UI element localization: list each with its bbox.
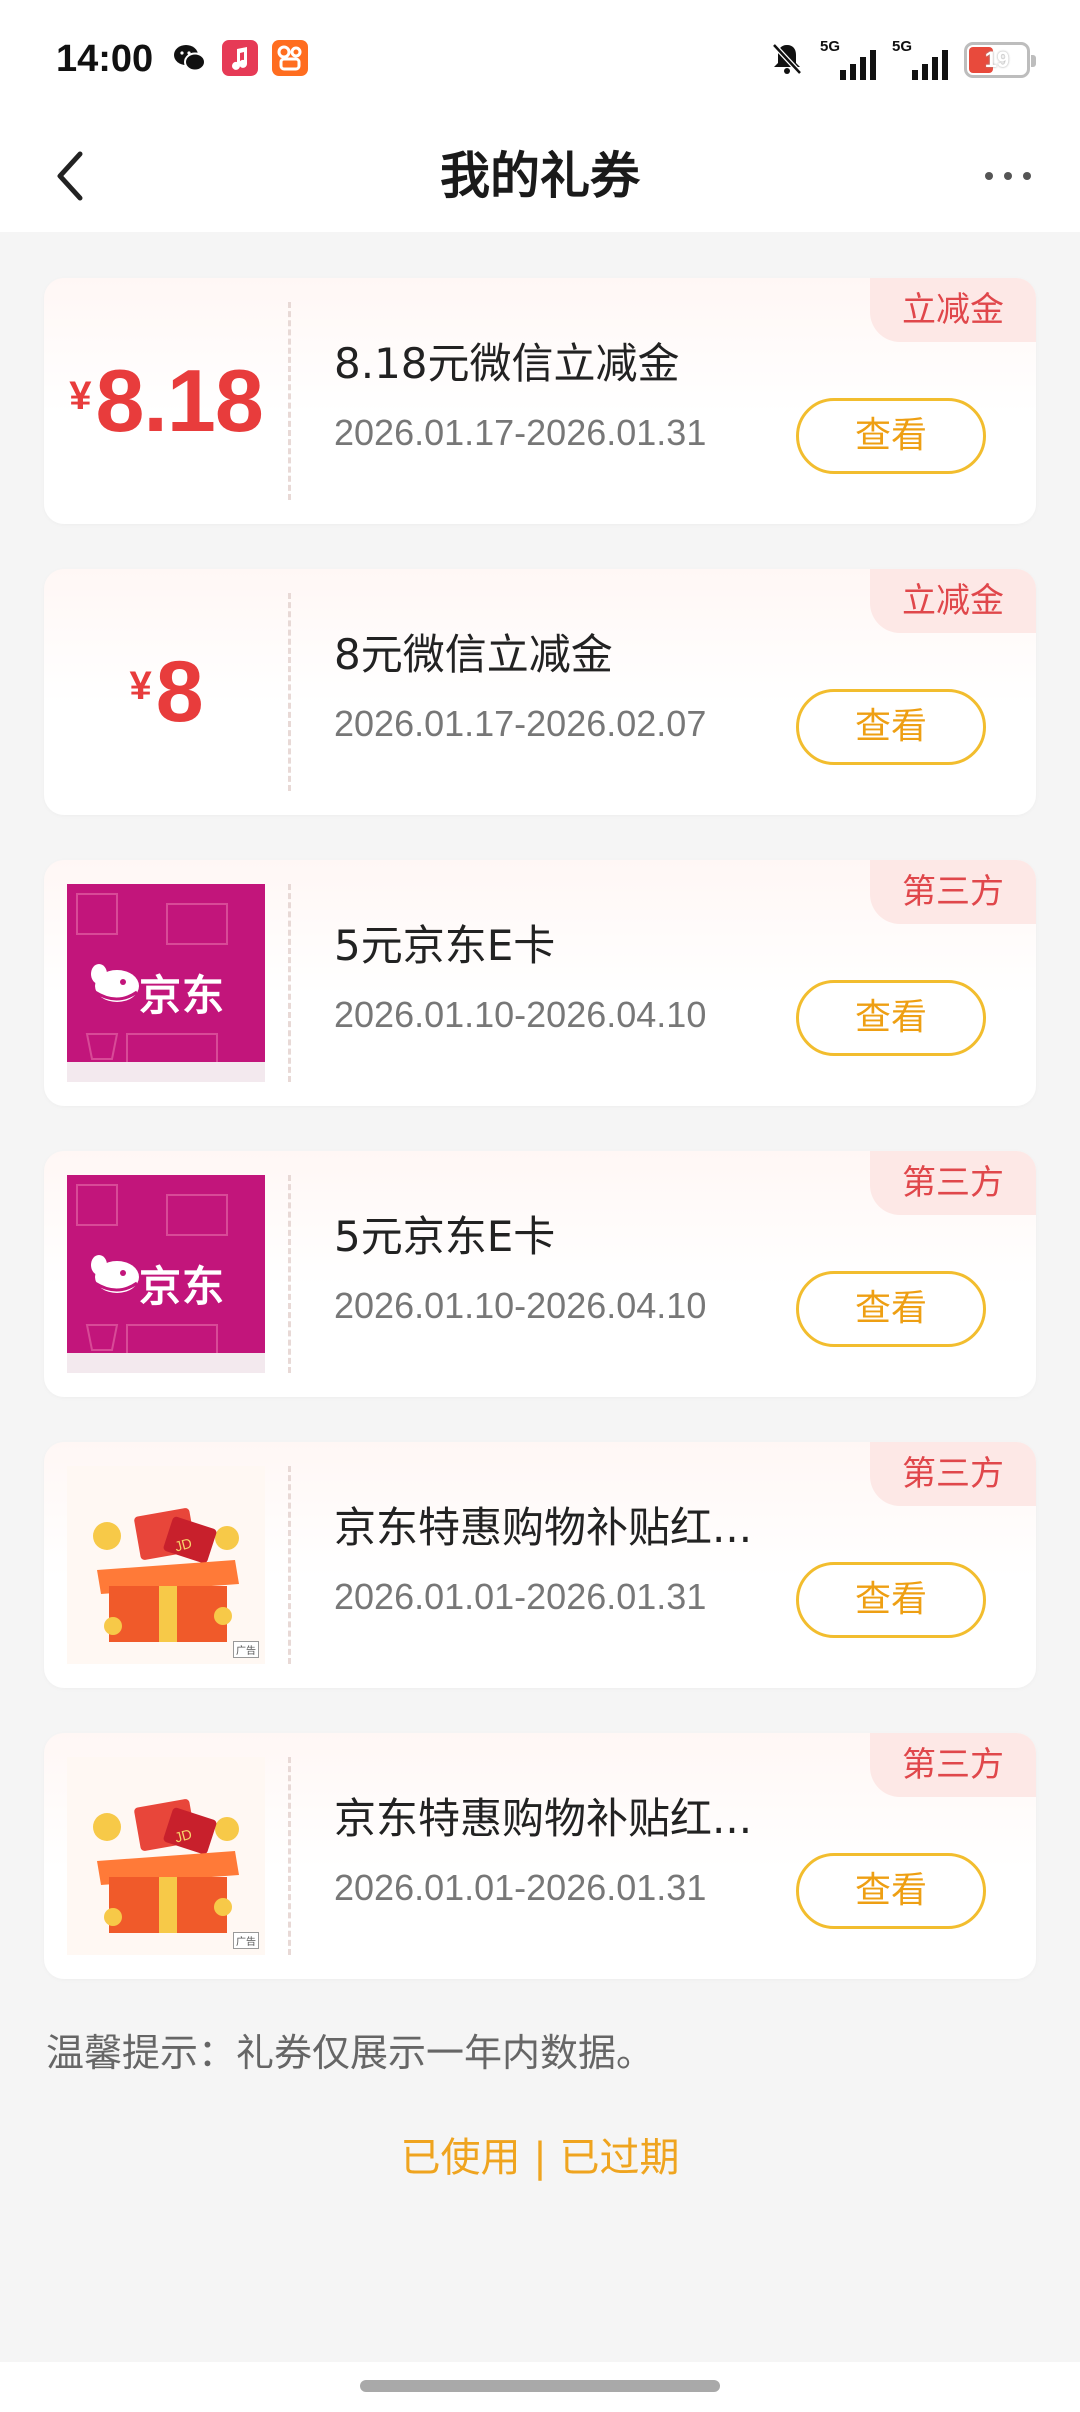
expired-link[interactable]: 已过期 [559, 2135, 679, 2181]
gift-box-image: JD 广告 [67, 1757, 265, 1955]
coupon-amount: ¥8 [129, 643, 203, 740]
coupon-amount: ¥8.18 [69, 351, 264, 450]
coupon-card[interactable]: 立减金 ¥8.18 8.18元微信立减金 2026.01.17-2026.01.… [44, 278, 1036, 524]
tip-text: 温馨提示：礼券仅展示一年内数据。 [46, 2031, 655, 2075]
dashed-divider [288, 593, 291, 791]
view-button[interactable]: 查看 [796, 398, 986, 474]
status-indicators: 5G 5G 19 [768, 38, 1036, 82]
coupon-type-tag: 第三方 [870, 1151, 1036, 1215]
coupon-validity-date: 2026.01.10-2026.04.10 [334, 994, 707, 1035]
signal-5g-icon-1: 5G [820, 38, 878, 80]
more-options-icon[interactable] [972, 150, 1044, 202]
coupon-validity-date: 2026.01.10-2026.04.10 [334, 1285, 707, 1326]
coupon-type-tag: 立减金 [870, 278, 1036, 342]
home-indicator[interactable] [360, 2380, 720, 2392]
page-title: 我的礼券 [440, 147, 640, 205]
used-link[interactable]: 已使用 [401, 2135, 521, 2181]
signal-5g-icon-2: 5G [892, 38, 950, 80]
ad-label: 广告 [233, 1932, 259, 1949]
coupon-validity-date: 2026.01.01-2026.01.31 [334, 1867, 707, 1908]
jd-ecard-image: 京东 [67, 884, 265, 1082]
coupon-thumbnail: 京东 [44, 860, 288, 1106]
coupon-type-tag: 第三方 [870, 860, 1036, 924]
coupon-type-tag: 第三方 [870, 1442, 1036, 1506]
view-button[interactable]: 查看 [796, 1562, 986, 1638]
coupon-thumbnail: JD 广告 [44, 1442, 288, 1688]
battery-icon: 19 [964, 42, 1036, 78]
jd-ecard-image: 京东 [67, 1175, 265, 1373]
header: 我的礼券 [0, 120, 1080, 232]
status-bar: 14:00 5G 5G 19 [0, 0, 1080, 120]
view-button[interactable]: 查看 [796, 1853, 986, 1929]
coupon-thumbnail: JD 广告 [44, 1733, 288, 1979]
coupon-name: 5元京东E卡 [334, 921, 556, 970]
bell-off-icon [768, 39, 806, 81]
coupon-type-tag: 立减金 [870, 569, 1036, 633]
music-icon [222, 40, 258, 76]
dashed-divider [288, 1466, 291, 1664]
coupon-validity-date: 2026.01.01-2026.01.31 [334, 1576, 707, 1617]
coupon-card[interactable]: 第三方 JD 广告 京东特惠购物补贴红... 2026.01.01-2026.0… [44, 1733, 1036, 1979]
jd-dog-logo-icon [91, 1255, 139, 1293]
history-links: 已使用 | 已过期 [0, 2125, 1080, 2183]
ad-label: 广告 [233, 1641, 259, 1658]
coupon-name: 京东特惠购物补贴红... [334, 1794, 753, 1843]
view-button[interactable]: 查看 [796, 980, 986, 1056]
dashed-divider [288, 884, 291, 1082]
view-button[interactable]: 查看 [796, 1271, 986, 1347]
jd-brand-text: 京东 [139, 1262, 226, 1311]
coupon-card[interactable]: 第三方 京东 5元京东E卡 2026.01.10-2026.04.10 查看 [44, 1151, 1036, 1397]
coupon-thumbnail: 京东 [44, 1151, 288, 1397]
link-separator: | [520, 2135, 560, 2181]
coupon-validity-date: 2026.01.17-2026.01.31 [334, 412, 707, 453]
gift-box-image: JD 广告 [67, 1466, 265, 1664]
coupon-validity-date: 2026.01.17-2026.02.07 [334, 703, 707, 744]
coupon-name: 5元京东E卡 [334, 1212, 556, 1261]
coupon-card[interactable]: 第三方 京东 5元京东E卡 2026.01.10-2026.04.10 查看 [44, 860, 1036, 1106]
coupon-name: 8.18元微信立减金 [334, 339, 680, 388]
coupon-card[interactable]: 立减金 ¥8 8元微信立减金 2026.01.17-2026.02.07 查看 [44, 569, 1036, 815]
jd-brand-text: 京东 [139, 971, 226, 1020]
coupon-list: 立减金 ¥8.18 8.18元微信立减金 2026.01.17-2026.01.… [44, 278, 1036, 2024]
dashed-divider [288, 302, 291, 500]
dashed-divider [288, 1175, 291, 1373]
dashed-divider [288, 1757, 291, 1955]
battery-level: 19 [984, 47, 1010, 72]
coupon-name: 8元微信立减金 [334, 630, 613, 679]
coupon-card[interactable]: 第三方 JD 广告 京东特惠购物补贴红... 2026.01.01-2026.0… [44, 1442, 1036, 1688]
wechat-icon [172, 40, 208, 76]
view-button[interactable]: 查看 [796, 689, 986, 765]
kuaishou-icon [272, 40, 308, 76]
status-time: 14:00 [56, 38, 154, 80]
jd-dog-logo-icon [91, 964, 139, 1002]
coupon-type-tag: 第三方 [870, 1733, 1036, 1797]
coupon-name: 京东特惠购物补贴红... [334, 1503, 753, 1552]
